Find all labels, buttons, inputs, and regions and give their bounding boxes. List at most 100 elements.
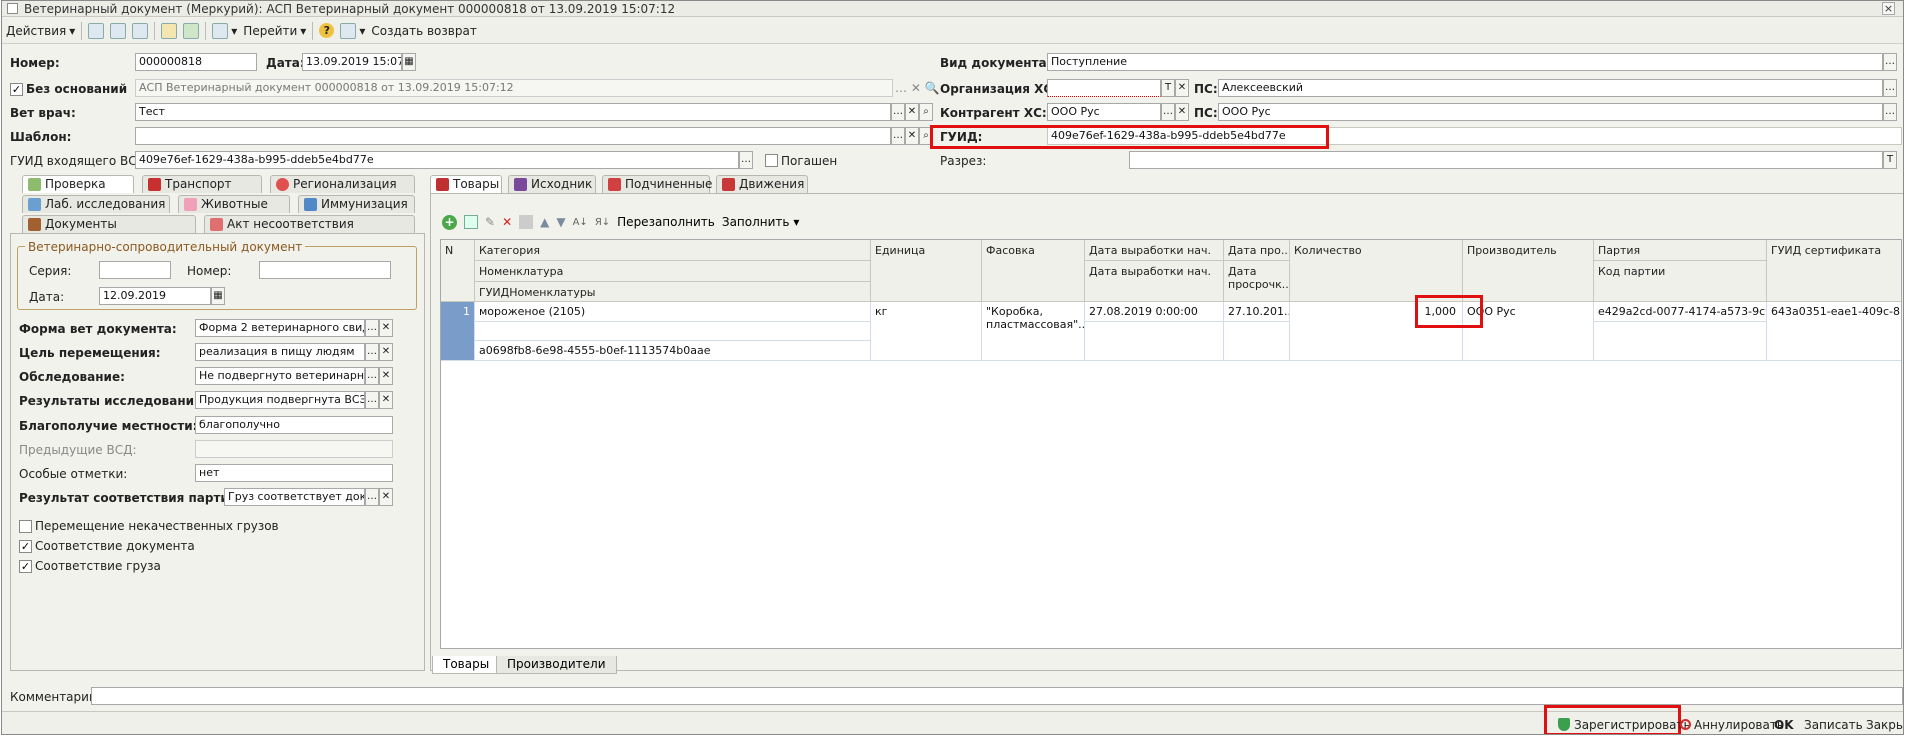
end-edit-icon[interactable] [519, 215, 534, 229]
incoming-guid-field[interactable]: 409e76ef-1629-438a-b995-ddeb5e4bd77e [135, 151, 739, 169]
add-icon[interactable]: + [442, 214, 457, 230]
cell-exp-date2[interactable] [1224, 322, 1290, 361]
doc-type-select-button[interactable]: … [1883, 53, 1897, 71]
col-qty[interactable]: Количество [1290, 240, 1463, 302]
create-return-button[interactable]: Создать возврат [371, 24, 476, 38]
inspection-field[interactable]: Не подвергнуто ветеринарно-санитарному о… [195, 367, 365, 385]
vet-field[interactable]: Тест [135, 103, 891, 121]
col-batch[interactable]: Партия [1594, 240, 1767, 261]
ok-button[interactable]: OK [1774, 718, 1794, 732]
close-doc-button[interactable]: Закрыть [1866, 718, 1903, 732]
bottom-tab-producers[interactable]: Производители [496, 656, 617, 674]
no-basis-checkbox[interactable]: ✓ [10, 83, 23, 96]
cell-unit[interactable]: кг [871, 302, 982, 361]
inspection-clear[interactable]: ✕ [379, 367, 393, 385]
tab-regionalization[interactable]: Регионализация [270, 175, 415, 193]
incoming-guid-select-button[interactable]: … [739, 151, 753, 169]
contractor-select-button[interactable]: … [1161, 103, 1175, 121]
cell-n[interactable]: 1 [441, 302, 475, 361]
vet-clear-button[interactable]: ✕ [905, 103, 919, 121]
sort-asc-icon[interactable]: A↓ [573, 217, 588, 228]
post-icon[interactable] [161, 22, 178, 39]
vsd-date-field[interactable]: 12.09.2019 [99, 287, 211, 305]
tab-transport[interactable]: Транспорт [142, 175, 262, 193]
refresh-icon[interactable] [110, 22, 127, 39]
date-field[interactable]: 13.09.2019 15:07:1 [302, 53, 402, 71]
inspection-select[interactable]: … [365, 367, 379, 385]
ps2-select-button[interactable]: … [1883, 103, 1897, 121]
research-select[interactable]: … [365, 391, 379, 409]
col-exp-date2[interactable]: Дата просрочк... [1224, 261, 1290, 302]
contractor-field[interactable]: ООО Рус [1047, 103, 1161, 121]
help-button[interactable]: ? [319, 23, 335, 38]
refill-button[interactable]: Перезаполнить [617, 215, 715, 229]
bad-cargo-checkbox[interactable] [19, 520, 32, 533]
fill-menu[interactable]: Заполнить ▾ [722, 215, 799, 229]
tab-lab[interactable]: Лаб. исследования [22, 195, 170, 213]
col-pack[interactable]: Фасовка [982, 240, 1085, 302]
actions-menu[interactable]: Действия ▾ [6, 24, 75, 38]
doc-type-field[interactable]: Поступление [1047, 53, 1883, 71]
sort-desc-icon[interactable]: Я↓ [595, 217, 610, 228]
cell-batch[interactable]: e429a2cd-0077-4174-a573-9c99... [1594, 302, 1767, 322]
move-up-icon[interactable]: ▲ [540, 215, 549, 229]
vet-form-clear[interactable]: ✕ [379, 319, 393, 337]
tab-movements[interactable]: Движения [716, 175, 808, 193]
col-n[interactable]: N [441, 240, 475, 302]
copy-icon[interactable] [132, 22, 149, 39]
cell-prod-date[interactable]: 27.08.2019 0:00:00 [1085, 302, 1224, 322]
register-button[interactable]: Зарегистрировать [1558, 718, 1691, 732]
batch-result-clear[interactable]: ✕ [379, 488, 393, 506]
contractor-clear-button[interactable]: ✕ [1175, 103, 1189, 121]
based-on-button[interactable]: ▾ [212, 22, 237, 39]
close-button[interactable]: × [1882, 2, 1895, 15]
number-field[interactable]: 000000818 [135, 53, 257, 71]
template-clear-button[interactable]: ✕ [905, 127, 919, 145]
series-field[interactable] [99, 261, 171, 279]
purpose-field[interactable]: реализация в пищу людям [195, 343, 365, 361]
col-unit[interactable]: Единица [871, 240, 982, 302]
tab-source[interactable]: Исходник [508, 175, 596, 193]
tab-check[interactable]: Проверка [22, 175, 134, 193]
edit-icon[interactable]: ✎ [485, 215, 495, 229]
purpose-clear[interactable]: ✕ [379, 343, 393, 361]
research-field[interactable]: Продукция подвергнута ВСЭ в полном объем… [195, 391, 365, 409]
col-category[interactable]: Категория [475, 240, 871, 261]
tab-nonconformity[interactable]: Акт несоответствия [204, 215, 415, 233]
ps1-field[interactable]: Алексеевский [1218, 79, 1883, 97]
col-guid-nom[interactable]: ГУИДНоменклатуры [475, 282, 871, 302]
tab-immunization[interactable]: Иммунизация [298, 195, 415, 213]
cancel-button[interactable]: Аннулировать [1680, 718, 1784, 732]
delete-icon[interactable]: ✕ [502, 215, 512, 229]
purpose-select[interactable]: … [365, 343, 379, 361]
col-prod-date[interactable]: Дата выработки нач. [1085, 240, 1224, 261]
col-batch-code[interactable]: Код партии [1594, 261, 1767, 302]
repaid-checkbox[interactable] [765, 154, 778, 167]
save-icon[interactable] [88, 22, 105, 39]
copy-row-icon[interactable] [464, 215, 478, 229]
print-menu[interactable]: ▾ [340, 22, 365, 39]
cargo-match-checkbox[interactable]: ✓ [19, 560, 32, 573]
tab-goods[interactable]: Товары [430, 175, 502, 193]
vet-select-button[interactable]: … [891, 103, 905, 121]
welfare-field[interactable]: благополучно [195, 416, 393, 434]
template-field[interactable] [135, 127, 891, 145]
cell-cert-guid[interactable]: 643a0351-eae1-409c-8... [1767, 302, 1901, 361]
permit-field[interactable] [1129, 151, 1883, 169]
template-select-button[interactable]: … [891, 127, 905, 145]
col-exp-date[interactable]: Дата про... [1224, 240, 1290, 261]
bottom-tab-goods[interactable]: Товары [432, 656, 501, 674]
org-field[interactable] [1047, 79, 1161, 97]
move-down-icon[interactable]: ▼ [556, 215, 565, 229]
cell-category[interactable]: мороженое (2105) [475, 302, 871, 322]
batch-result-select[interactable]: … [365, 488, 379, 506]
cell-batch-code[interactable] [1594, 322, 1767, 361]
save-button[interactable]: Записать [1804, 718, 1863, 732]
ps1-select-button[interactable]: … [1883, 79, 1897, 97]
cell-exp-date[interactable]: 27.10.201... [1224, 302, 1290, 322]
cell-nomenclature[interactable] [475, 322, 871, 341]
org-type-button[interactable]: T [1161, 79, 1175, 97]
unpost-icon[interactable] [183, 22, 200, 39]
col-prod-date2[interactable]: Дата выработки нач. [1085, 261, 1224, 302]
tab-documents[interactable]: Документы [22, 215, 196, 233]
